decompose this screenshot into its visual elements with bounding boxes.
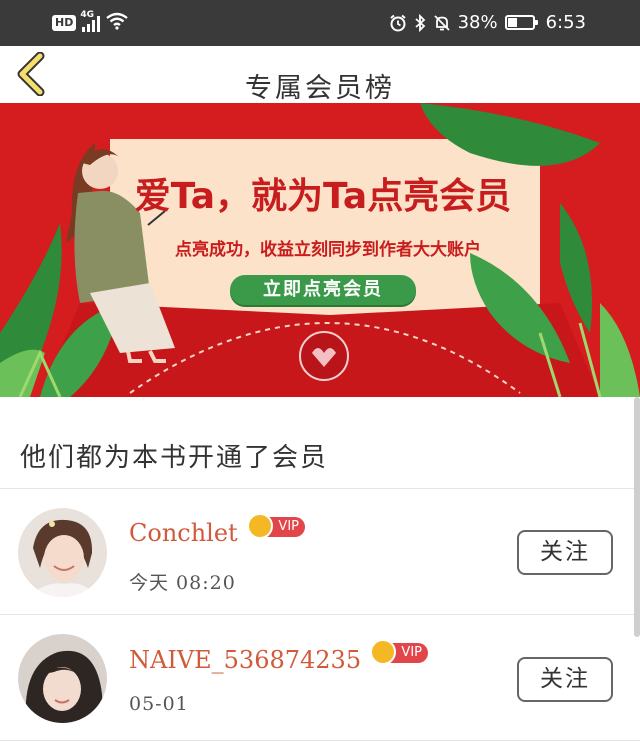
bluetooth-icon	[414, 13, 426, 32]
promo-banner[interactable]: 爱Ta，就为Ta点亮会员 点亮成功，收益立刻同步到作者大大账户 立即点亮会员	[0, 103, 640, 397]
wifi-icon	[106, 12, 129, 34]
battery-percent: 38%	[457, 12, 498, 33]
alarm-icon	[389, 14, 407, 32]
banner-title: 爱Ta，就为Ta点亮会员	[134, 176, 512, 217]
member-name[interactable]: NAIVE_536874235	[129, 646, 361, 674]
crown-icon	[370, 639, 396, 665]
vip-badge: VIP	[247, 513, 305, 539]
member-time: 今天 08:20	[129, 572, 236, 594]
battery-icon	[504, 15, 538, 30]
list-item[interactable]: Conchlet VIP 今天 08:20 关注	[0, 489, 640, 615]
banner-subtitle: 点亮成功，收益立刻同步到作者大大账户	[175, 240, 481, 260]
mute-icon	[433, 14, 451, 32]
section-title: 他们都为本书开通了会员	[20, 443, 329, 473]
crown-icon	[247, 513, 273, 539]
hd-badge: HD	[52, 15, 77, 31]
scrollbar[interactable]	[634, 397, 640, 637]
signal-icon: 4G	[80, 10, 101, 32]
light-up-member-button[interactable]: 立即点亮会员	[230, 275, 416, 305]
nav-bar: 专属会员榜	[0, 46, 640, 104]
section-header: 他们都为本书开通了会员	[0, 397, 640, 489]
follow-button[interactable]: 关注	[517, 530, 613, 575]
page-title: 专属会员榜	[245, 73, 395, 104]
list-item[interactable]: NAIVE_536874235 VIP 05-01 关注	[0, 615, 640, 741]
avatar[interactable]	[18, 508, 107, 597]
vip-badge: VIP	[370, 639, 428, 665]
status-bar: HD 4G 38% 6:53	[0, 0, 640, 46]
member-time: 05-01	[129, 693, 189, 715]
clock: 6:53	[545, 12, 586, 33]
avatar[interactable]	[18, 634, 107, 723]
follow-button[interactable]: 关注	[517, 657, 613, 702]
member-name[interactable]: Conchlet	[129, 519, 238, 547]
